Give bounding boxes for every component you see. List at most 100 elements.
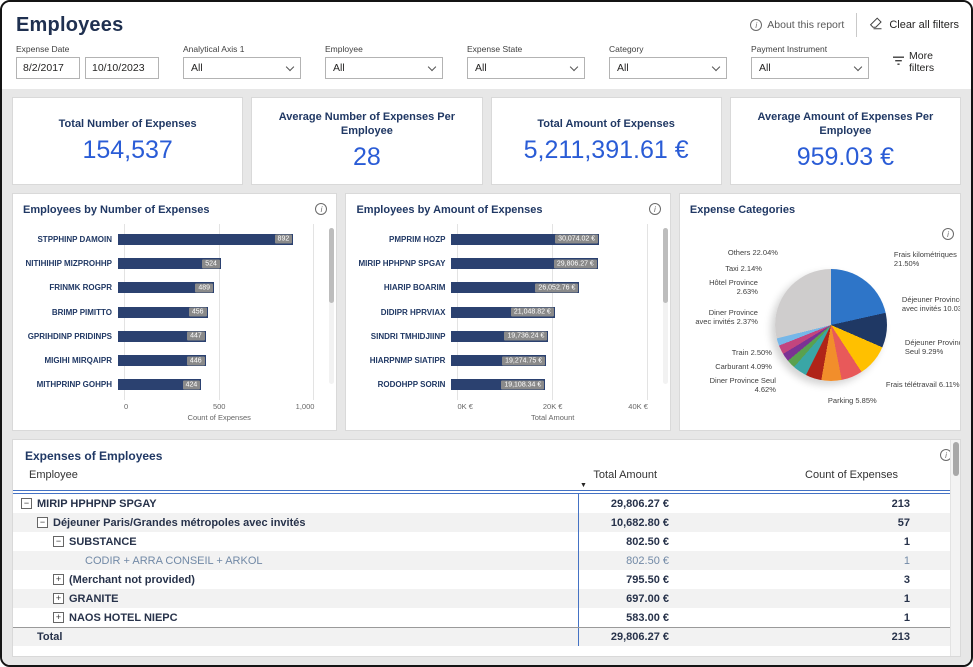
bar-row[interactable]: STPPHINP DAMOIN 892 [23,230,326,248]
column-header-count-of-expenses[interactable]: Count of Expenses [661,469,948,481]
collapse-icon[interactable]: − [37,517,48,528]
employee-dropdown[interactable]: All [325,57,443,79]
about-this-report-link[interactable]: i About this report [750,19,844,31]
report-page: Employees i About this report Clear all … [0,0,973,667]
bar-rows: PMPRIM HOZP 30,074.02 € MIRIP HPHPNP SPGAY… [356,224,659,400]
expand-icon[interactable]: + [53,574,64,585]
bar[interactable]: 489 [118,282,215,294]
kpi-total-amount-of-expenses[interactable]: Total Amount of Expenses 5,211,391.61 € [490,97,722,185]
bar-track: 892 [118,233,314,245]
bar-row[interactable]: SINDRI TMHIDJIINP 19,736.24 € [356,327,659,345]
filter-analytical-axis: Analytical Axis 1 All [183,44,301,79]
bar[interactable]: 29,806.27 € [451,258,598,269]
table-row[interactable]: − MIRIP HPHPNP SPGAY 29,806.27 €213 [13,494,960,513]
bar-row[interactable]: MITHPRINP GOHPH 424 [23,376,326,394]
bar[interactable]: 524 [118,258,221,269]
kpi-average-amount-of-expenses[interactable]: Average Amount of Expenses Per Employee … [729,97,961,185]
bar-row[interactable]: HIARIP BOARIM 26,052.76 € [356,279,659,297]
scrollbar-thumb[interactable] [953,442,959,476]
bar-row[interactable]: GPRIHDINP PRIDINPS 447 [23,327,326,345]
table-row[interactable]: + (Merchant not provided) 795.50 € 3 [13,570,960,589]
clear-all-filters-button[interactable]: Clear all filters [869,17,959,33]
bar[interactable]: 424 [118,379,202,391]
bar[interactable]: 892 [118,233,294,245]
table-row[interactable]: + NAOS HOTEL NIEPC 583.00 € 1 [13,608,960,627]
employee-label: SUBSTANCE [69,535,137,548]
table-row[interactable]: − Déjeuner Paris/Grandes métropoles avec … [13,513,960,532]
bar-track: 19,108.34 € [451,379,647,391]
date-to-input[interactable] [85,57,159,79]
bar-row[interactable]: HIARPNMP SIATIPR 19,274.75 € [356,352,659,370]
bar[interactable]: 456 [118,306,208,318]
scrollbar[interactable] [329,228,335,384]
table-row[interactable]: + GRANITE 697.00 € 1 [13,589,960,608]
bar-row[interactable]: MIRIP HPHPNP SPGAY 29,806.27 € [356,255,659,273]
analytical-axis-dropdown[interactable]: All [183,57,301,79]
pie-slice-label: Train 2.50% [731,348,772,357]
dropdown-value: All [617,62,629,74]
bar-row[interactable]: BRIMP PIMITTO 456 [23,303,326,321]
bar[interactable]: 26,052.76 € [451,282,580,294]
expand-icon[interactable]: + [53,612,64,623]
expand-icon[interactable]: + [53,593,64,604]
date-from-input[interactable] [16,57,80,79]
bar[interactable]: 19,274.75 € [451,355,547,366]
employee-label: (Merchant not provided) [69,573,195,586]
employee-cell: + GRANITE [13,589,578,608]
date-range [16,57,159,79]
bar-category-label: SINDRI TMHIDJIINP [370,331,446,341]
kpi-average-number-of-expenses[interactable]: Average Number of Expenses Per Employee … [251,97,483,185]
page-title: Employees [16,13,124,36]
table-row[interactable]: CODIR + ARRA CONSEIL + ARKOL 802.50 € 1 [13,551,960,570]
bar-row[interactable]: DIDIPR HPRVIAX 21,048.82 € [356,303,659,321]
kpi-value: 959.03 € [796,143,895,172]
bar[interactable]: 19,108.34 € [451,379,546,391]
bar[interactable]: 446 [118,355,206,366]
pie[interactable] [774,269,887,381]
dropdown-value: All [475,62,487,74]
table-total-row[interactable]: Total 29,806.27 € 213 [13,627,960,646]
pie-slice-label: Taxi 2.14% [725,264,762,273]
expense-state-dropdown[interactable]: All [467,57,585,79]
bar-category-label: RODOHPP SORIN [377,380,446,390]
collapse-icon[interactable]: − [21,498,32,509]
bar-row[interactable]: FRINMK ROGPR 489 [23,279,326,297]
employee-cell: + (Merchant not provided) [13,570,578,589]
table-scrollbar[interactable] [950,440,960,656]
column-header-total-amount[interactable]: Total Amount ▼ [566,469,661,489]
divider [856,13,858,37]
bar-value-label: 447 [187,331,205,341]
scrollbar[interactable] [662,228,668,384]
category-dropdown[interactable]: All [609,57,727,79]
collapse-icon[interactable]: − [53,536,64,547]
kpi-title: Total Number of Expenses [58,117,197,130]
info-icon[interactable]: i [648,203,661,215]
column-header-employee[interactable]: Employee [13,469,566,481]
filter-expense-date: Expense Date [16,44,159,79]
employee-label: GRANITE [69,592,119,605]
table-title: Expenses of Employees [25,449,163,463]
bar-value-label: 892 [274,234,293,244]
bar-value-label: 19,736.24 € [504,331,548,341]
bar[interactable]: 21,048.82 € [451,306,555,318]
table-row[interactable]: − SUBSTANCE 802.50 €1 [13,532,960,551]
employee-cell: − MIRIP HPHPNP SPGAY [13,494,578,513]
pie-slice-label: Carburant 4.09% [715,362,772,371]
kpi-total-number-of-expenses[interactable]: Total Number of Expenses 154,537 [12,97,244,185]
scrollbar-thumb[interactable] [329,228,335,303]
bar-row[interactable]: NITIHIHIP MIZPROHHP 524 [23,255,326,273]
bar-value-label: 29,806.27 € [553,259,597,268]
bar[interactable]: 19,736.24 € [451,330,549,342]
kpi-title: Average Amount of Expenses Per Employee [757,110,934,137]
kpi-row: Total Number of Expenses 154,537 Average… [12,97,961,185]
bar[interactable]: 30,074.02 € [451,233,600,245]
bar-row[interactable]: RODOHPP SORIN 19,108.34 € [356,376,659,394]
payment-instrument-dropdown[interactable]: All [751,57,869,79]
more-filters-button[interactable]: More filters [893,50,959,79]
scrollbar-thumb[interactable] [662,228,668,303]
filter-label: Expense State [467,44,523,54]
bar-value-label: 21,048.82 € [510,307,554,317]
bar-row[interactable]: MIGIHI MIRQAIPR 446 [23,352,326,370]
bar[interactable]: 447 [118,330,206,342]
bar-row[interactable]: PMPRIM HOZP 30,074.02 € [356,230,659,248]
